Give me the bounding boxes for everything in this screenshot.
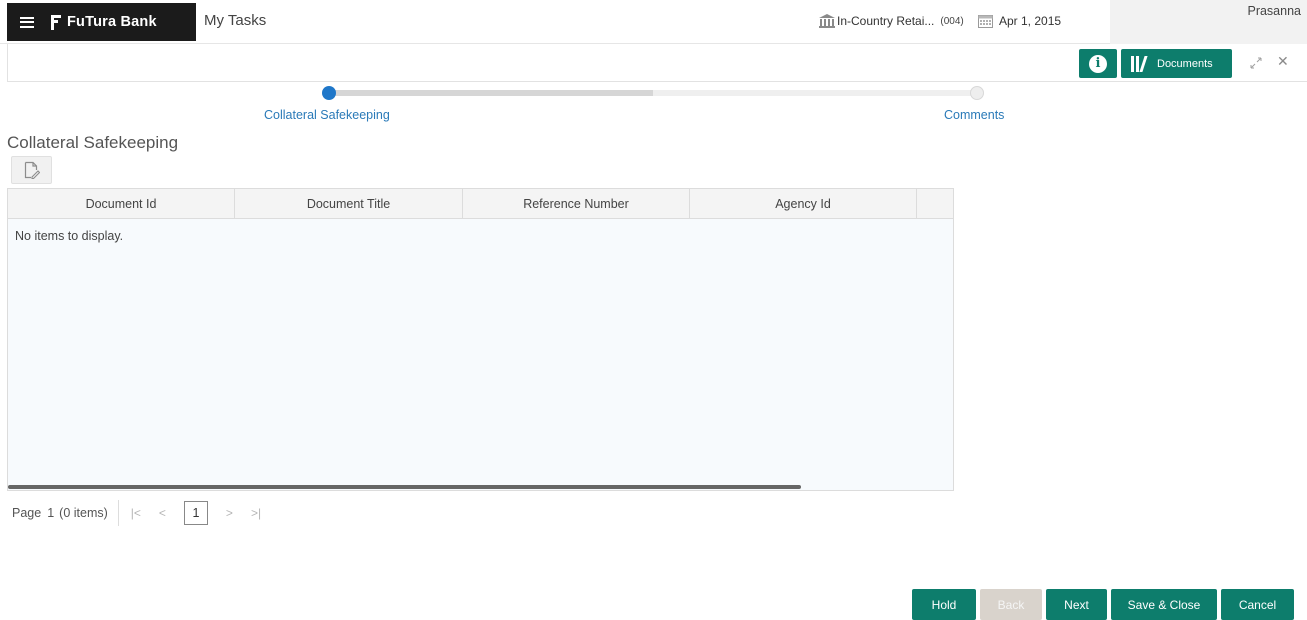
last-page-icon[interactable]: >| (251, 506, 261, 520)
save-close-button[interactable]: Save & Close (1111, 589, 1217, 620)
grid-empty-message: No items to display. (15, 229, 124, 243)
edit-button[interactable] (11, 156, 52, 184)
close-icon[interactable]: ✕ (1277, 54, 1289, 70)
info-button[interactable]: i (1079, 49, 1117, 78)
current-page-box[interactable]: 1 (183, 501, 208, 525)
branch-code: (004) (940, 15, 964, 27)
calendar-icon (978, 15, 993, 28)
column-header-document-id[interactable]: Document Id (8, 189, 235, 219)
bank-icon (819, 14, 835, 28)
brand-logo-icon (49, 14, 61, 30)
documents-grid: Document Id Document Title Reference Num… (7, 188, 954, 491)
step-label-comments[interactable]: Comments (944, 108, 1004, 122)
column-header-extra (917, 189, 953, 219)
column-header-document-title[interactable]: Document Title (235, 189, 463, 219)
expand-icon[interactable] (1249, 56, 1263, 70)
brand-name: FuTura Bank (67, 14, 157, 30)
documents-icon (1131, 55, 1149, 72)
pager-divider (117, 500, 119, 526)
next-page-icon[interactable]: > (226, 506, 233, 520)
section-title: Collateral Safekeeping (7, 133, 179, 152)
date-text: Apr 1, 2015 (999, 14, 1062, 28)
app-title: My Tasks (204, 12, 267, 29)
pager-item-count: (0 items) (59, 506, 108, 520)
branch-selector[interactable]: In-Country Retai... (004) (819, 14, 964, 28)
brand-block: FuTura Bank (7, 3, 196, 41)
hamburger-menu-icon[interactable] (20, 16, 34, 28)
step-dot-comments[interactable] (970, 86, 984, 100)
back-button[interactable]: Back (980, 589, 1042, 620)
top-bar: FuTura Bank My Tasks In-Country Retai...… (0, 0, 1307, 44)
previous-page-icon[interactable]: < (159, 506, 166, 520)
step-label-collateral[interactable]: Collateral Safekeeping (264, 108, 390, 122)
branch-name: In-Country Retai... (837, 14, 935, 28)
info-icon: i (1089, 54, 1107, 73)
first-page-icon[interactable]: |< (131, 506, 141, 520)
step-dot-collateral[interactable] (322, 86, 336, 100)
stepper-progress (329, 90, 653, 96)
documents-label: Documents (1157, 57, 1213, 70)
cancel-button[interactable]: Cancel (1221, 589, 1294, 620)
business-date: Apr 1, 2015 (978, 14, 1061, 28)
pager: Page 1 (0 items) |< < 1 > >| (12, 500, 279, 526)
user-menu[interactable]: Prasanna (1110, 0, 1307, 44)
column-header-agency-id[interactable]: Agency Id (690, 189, 917, 219)
hold-button[interactable]: Hold (912, 589, 976, 620)
documents-button[interactable]: Documents (1121, 49, 1232, 78)
edit-document-icon (24, 161, 40, 179)
horizontal-scrollbar[interactable] (8, 485, 801, 489)
column-header-reference-number[interactable]: Reference Number (463, 189, 690, 219)
pager-page-number: 1 (47, 506, 55, 520)
next-button[interactable]: Next (1046, 589, 1107, 620)
pager-page-label: Page (12, 506, 42, 520)
grid-header: Document Id Document Title Reference Num… (8, 189, 953, 219)
user-name: Prasanna (1247, 4, 1301, 18)
